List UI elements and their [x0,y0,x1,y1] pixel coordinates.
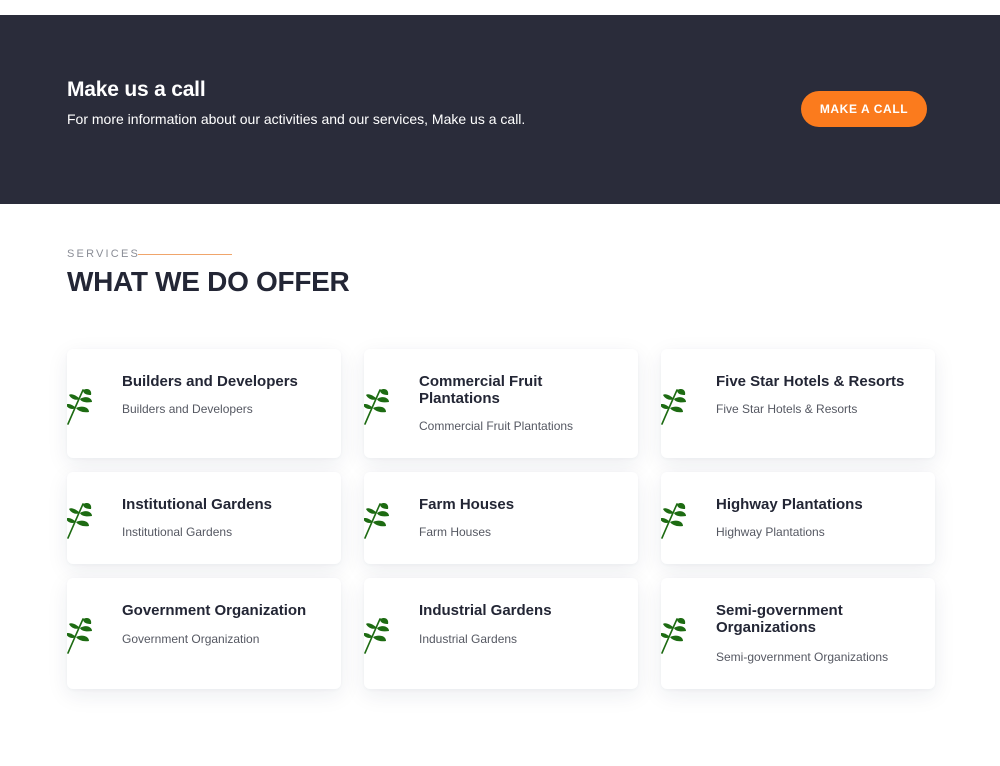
make-a-call-button[interactable]: MAKE A CALL [801,91,927,127]
service-description: Industrial Gardens [419,632,518,646]
service-description: Highway Plantations [716,525,825,539]
service-card[interactable]: Commercial Fruit Plantations Commercial … [364,349,638,458]
service-card[interactable]: Highway Plantations Highway Plantations [661,472,935,564]
cta-description: For more information about our activitie… [67,111,526,127]
leaf-sprig-icon [364,617,389,654]
leaf-sprig-icon [661,617,686,654]
service-card[interactable]: Industrial Gardens Industrial Gardens [364,578,638,689]
service-card[interactable]: Institutional Gardens Institutional Gard… [67,472,341,564]
leaf-sprig-icon [67,502,92,539]
leaf-sprig-icon [661,502,686,539]
service-title: Highway Plantations [716,496,863,513]
leaf-sprig-icon [67,388,92,425]
service-description: Institutional Gardens [122,525,233,539]
service-card[interactable]: Farm Houses Farm Houses [364,472,638,564]
leaf-sprig-icon [364,502,389,539]
eyebrow-divider [138,254,232,255]
service-title: Government Organization [122,602,307,619]
service-title: Farm Houses [419,496,515,513]
section-heading: WHAT WE DO OFFER [67,266,350,297]
cta-title: Make us a call [67,78,206,101]
services-eyebrow: SERVICES [67,248,141,260]
service-card[interactable]: Builders and Developers Builders and Dev… [67,349,341,458]
service-card[interactable]: Semi-government Organizations Semi-gover… [661,578,935,689]
service-title: Builders and Developers [122,373,298,390]
service-description: Government Organization [122,632,260,646]
service-description: Commercial Fruit Plantations [419,419,574,433]
service-card[interactable]: Five Star Hotels & Resorts Five Star Hot… [661,349,935,458]
service-title: Institutional Gardens [122,496,273,513]
service-title: Commercial Fruit Plantations [419,373,543,407]
service-description: Farm Houses [419,525,492,539]
service-title: Industrial Gardens [419,602,552,619]
service-description: Semi-government Organizations [716,650,889,664]
service-description: Builders and Developers [122,402,253,416]
service-card[interactable]: Government Organization Government Organ… [67,578,341,689]
service-title: Five Star Hotels & Resorts [716,373,905,390]
leaf-sprig-icon [67,617,92,654]
leaf-sprig-icon [661,388,686,425]
service-description: Five Star Hotels & Resorts [716,402,858,416]
leaf-sprig-icon [364,388,389,425]
service-title: Semi-government Organizations [716,602,843,636]
